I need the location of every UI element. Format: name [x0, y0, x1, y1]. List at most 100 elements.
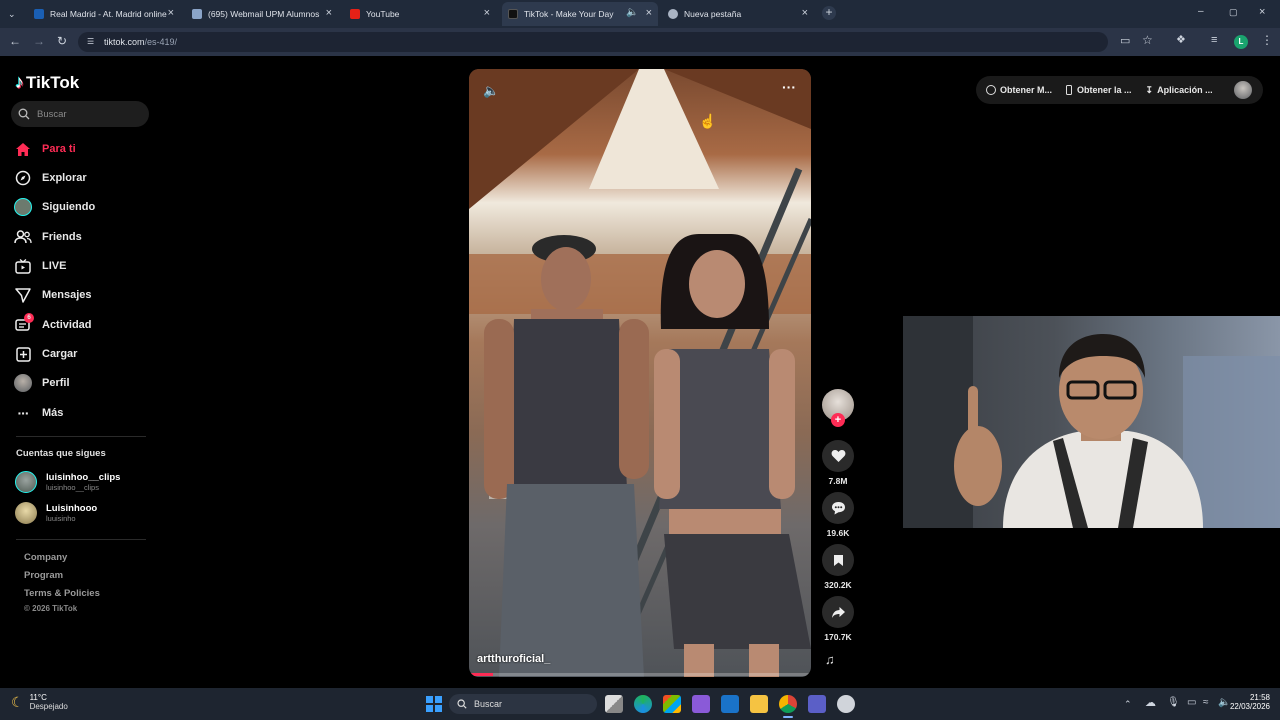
tiktok-note-icon: ♪: [15, 72, 24, 92]
settings-gear-icon[interactable]: [837, 695, 855, 713]
download-icon: ↧: [1145, 84, 1154, 95]
tab-webmail[interactable]: (695) Webmail UPM Alumnos ×: [186, 2, 338, 26]
like-button[interactable]: [822, 440, 854, 472]
speaker-icon[interactable]: 🔈: [626, 7, 638, 18]
messages-icon: [14, 286, 32, 304]
bookmark-star-icon[interactable]: ☆: [1142, 34, 1153, 46]
avatar: [15, 471, 37, 493]
search-icon: [457, 699, 467, 709]
nav-friends[interactable]: Friends: [14, 226, 82, 248]
video-progress-bar[interactable]: [469, 673, 811, 676]
nav-label: Siguiendo: [42, 201, 96, 213]
nav-mas[interactable]: ··· Más: [14, 402, 64, 424]
comment-button[interactable]: [822, 492, 854, 524]
nav-siguiendo[interactable]: Siguiendo: [14, 196, 95, 218]
tiktok-logo[interactable]: ♪ TikTok: [15, 72, 79, 93]
microphone-icon[interactable]: 🎙: [1167, 697, 1180, 709]
mouse-cursor-icon: ☝: [699, 113, 717, 129]
reload-icon[interactable]: ↻: [57, 35, 67, 47]
nav-label: Para ti: [42, 143, 76, 155]
video-more-icon[interactable]: ···: [782, 79, 796, 95]
get-coins-button[interactable]: Obtener M...: [986, 85, 1052, 95]
action-label: Aplicación ...: [1157, 85, 1213, 95]
chrome-icon: [668, 9, 678, 19]
video-author[interactable]: artthuroficial_: [477, 653, 550, 665]
media-controls-icon[interactable]: ≡: [1211, 34, 1217, 46]
teams-icon[interactable]: [808, 695, 826, 713]
nav-live[interactable]: LIVE: [14, 255, 66, 277]
address-bar[interactable]: ☰ tiktok.com/es-419/: [78, 32, 1108, 52]
video-progress-fill: [469, 673, 493, 676]
nav-explorar[interactable]: Explorar: [14, 167, 87, 189]
tab-label: Real Madrid - At. Madrid online: [50, 9, 167, 19]
site-info-icon[interactable]: ☰: [87, 37, 94, 46]
footer-link-company[interactable]: Company: [24, 552, 67, 563]
webcam-frame: [903, 316, 1280, 528]
tab-label: YouTube: [366, 9, 400, 19]
clock[interactable]: 21:58 22/03/2026: [1226, 693, 1270, 711]
taskbar-search[interactable]: Buscar: [449, 694, 597, 714]
outlook-icon[interactable]: [721, 695, 739, 713]
forward-icon[interactable]: →: [33, 35, 45, 47]
phone-icon: [1066, 85, 1073, 95]
maximize-icon[interactable]: ▢: [1229, 6, 1238, 18]
nav-mensajes[interactable]: Mensajes: [14, 284, 92, 306]
footer-link-terms[interactable]: Terms & Policies: [24, 588, 100, 599]
save-button[interactable]: [822, 544, 854, 576]
share-button[interactable]: [822, 596, 854, 628]
wifi-icon[interactable]: ≈: [1203, 697, 1209, 709]
store-icon[interactable]: [663, 695, 681, 713]
nav-cargar[interactable]: Cargar: [14, 343, 77, 365]
profile-avatar[interactable]: L: [1234, 35, 1248, 49]
desktop-app-button[interactable]: ↧ Aplicación ...: [1146, 85, 1213, 96]
music-disc-icon[interactable]: ♫: [825, 652, 849, 670]
footer-link-program[interactable]: Program: [24, 570, 63, 581]
close-icon[interactable]: ×: [326, 7, 332, 19]
nav-label: Cargar: [42, 348, 78, 360]
tab-new[interactable]: Nueva pestaña ×: [662, 2, 814, 26]
video-player[interactable]: 🔈 ··· artthuroficial_: [469, 69, 811, 677]
file-explorer-icon[interactable]: [750, 695, 768, 713]
edge-icon[interactable]: [634, 695, 652, 713]
start-tile: [435, 696, 442, 703]
following-account[interactable]: Luisinhooo luuisinho: [15, 502, 97, 524]
weather-desc: Despejado: [29, 702, 68, 711]
windows-start-icon[interactable]: [426, 696, 442, 712]
video-frame: [469, 69, 811, 677]
onedrive-icon[interactable]: ☁: [1145, 697, 1156, 709]
close-icon[interactable]: ×: [646, 7, 652, 19]
new-tab-button[interactable]: +: [822, 6, 836, 20]
tray-chevron-icon[interactable]: ⌃: [1124, 698, 1132, 710]
nav-label: Friends: [42, 231, 82, 243]
tab-tiktok[interactable]: TikTok - Make Your Day 🔈 ×: [502, 2, 658, 26]
close-icon[interactable]: ×: [168, 7, 174, 19]
task-view-icon[interactable]: [605, 695, 623, 713]
follow-plus-icon[interactable]: +: [831, 413, 845, 427]
extensions-icon[interactable]: ❖: [1176, 34, 1186, 46]
menu-kebab-icon[interactable]: ⋮: [1261, 34, 1273, 46]
like-count: 7.8M: [828, 476, 848, 486]
account-handle: luuisinho: [46, 514, 76, 523]
user-avatar[interactable]: [1234, 81, 1252, 99]
chrome-icon[interactable]: [779, 695, 797, 713]
search-input[interactable]: Buscar: [11, 101, 149, 127]
back-icon[interactable]: ←: [9, 35, 21, 47]
share-arrow-icon: [831, 606, 845, 618]
visual-studio-icon[interactable]: [692, 695, 710, 713]
volume-icon[interactable]: 🔈: [483, 83, 499, 99]
nav-perfil[interactable]: Perfil: [14, 372, 70, 394]
following-account[interactable]: luisinhoo__clips luisinhoo__clips: [15, 471, 120, 493]
nav-para-ti[interactable]: Para ti: [14, 138, 76, 160]
cast-icon[interactable]: ▭: [1120, 35, 1130, 47]
nav-actividad[interactable]: 6 Actividad: [14, 313, 92, 336]
weather-widget[interactable]: ☾ 11°C Despejado: [11, 693, 68, 711]
close-icon[interactable]: ×: [484, 7, 490, 19]
get-app-button[interactable]: Obtener la ...: [1066, 85, 1132, 95]
display-icon[interactable]: ▭: [1187, 697, 1196, 709]
minimize-icon[interactable]: –: [1198, 6, 1204, 18]
tab-youtube[interactable]: YouTube ×: [344, 2, 496, 26]
tab-real-madrid[interactable]: Real Madrid - At. Madrid online ×: [28, 2, 180, 26]
close-window-icon[interactable]: ×: [1259, 6, 1265, 18]
close-icon[interactable]: ×: [802, 7, 808, 19]
tab-search-icon[interactable]: ⌄: [8, 8, 16, 20]
